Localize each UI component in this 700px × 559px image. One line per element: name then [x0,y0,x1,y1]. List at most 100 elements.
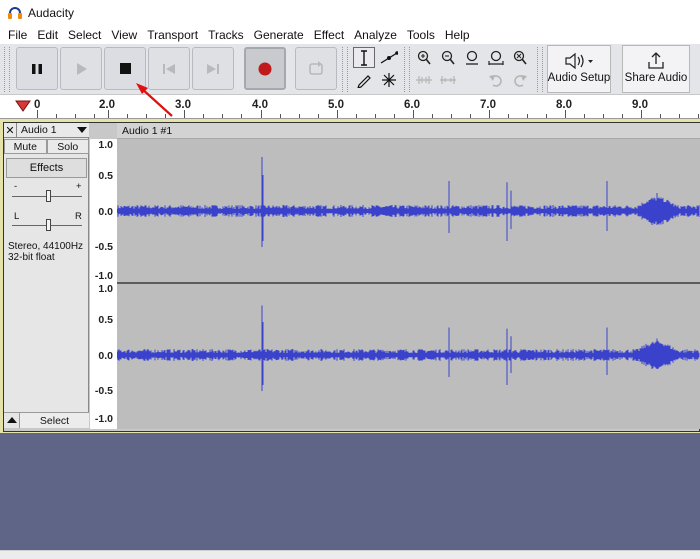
ruler-tick [679,114,680,118]
skip-to-end-icon [207,63,219,74]
track-bottom-row: Select [4,412,89,428]
ruler-tick [108,110,109,118]
skip-to-start-button[interactable] [148,47,190,90]
menu-help[interactable]: Help [440,28,475,42]
amplitude-label: 1.0 [98,283,113,295]
waveform-background [117,139,700,429]
pan-slider[interactable] [12,218,82,232]
mute-solo-row: Mute Solo [4,139,89,154]
multi-tool-icon[interactable] [378,69,400,90]
timeline-label: 7.0 [480,99,496,111]
audio-setup-button[interactable]: Audio Setup [547,45,611,93]
undo-icon[interactable] [485,69,507,90]
ruler-tick [165,114,166,118]
ruler-tick [603,114,604,118]
menu-select[interactable]: Select [63,28,106,42]
track-menu-dropdown-icon[interactable] [75,126,89,134]
draw-tool-icon[interactable] [353,69,375,90]
amplitude-label: 0.5 [98,170,113,182]
timeline-label: 5.0 [328,99,344,111]
ruler-tick [261,110,262,118]
ruler-tick [508,114,509,118]
trim-outside-icon[interactable] [413,69,435,90]
toolbar-grip[interactable] [404,47,410,92]
gain-slider-thumb[interactable] [46,190,51,202]
empty-track-area[interactable] [0,433,700,550]
skip-to-end-button[interactable] [192,47,234,90]
ruler-tick [318,114,319,118]
collapse-track-icon[interactable] [4,413,20,428]
zoom-out-icon[interactable] [437,47,459,68]
ruler-tick [241,114,242,118]
amplitude-label: 1.0 [98,139,113,151]
effects-button[interactable]: Effects [6,158,87,178]
share-audio-button[interactable]: Share Audio [622,45,690,93]
menu-analyze[interactable]: Analyze [349,28,402,42]
waveform-display[interactable] [117,139,700,429]
envelope-tool-icon[interactable] [378,47,400,68]
toolbar-grip[interactable] [537,47,543,92]
selection-tool-icon[interactable] [353,47,375,68]
menu-tracks[interactable]: Tracks [203,28,249,42]
menu-view[interactable]: View [106,28,142,42]
speaker-dropdown-icon [564,52,594,75]
clip-name: Audio 1 #1 [122,125,173,137]
track-name[interactable]: Audio 1 [17,124,75,136]
play-head-marker-icon[interactable] [15,100,31,112]
amplitude-label: 0.0 [98,350,113,362]
ruler-tick [413,110,414,118]
pause-button[interactable] [16,47,58,90]
play-icon [77,62,87,75]
ruler-tick [280,114,281,118]
amplitude-label: 0.5 [98,314,113,326]
solo-button[interactable]: Solo [46,139,89,154]
track-format-bits: 32-bit float [8,252,55,263]
timeline-ruler[interactable]: 0 2.0 3.0 4.0 5.0 6.0 7.0 8.0 9.0 [0,95,700,119]
amplitude-label: -0.5 [94,241,113,253]
record-icon [258,62,272,75]
fit-project-icon[interactable] [485,47,507,68]
record-button[interactable] [244,47,286,90]
ruler-tick [660,114,661,118]
pan-slider-thumb[interactable] [46,219,51,231]
mute-button[interactable]: Mute [4,139,47,154]
amplitude-label: -0.5 [94,385,113,397]
ruler-tick [222,114,223,118]
toolbar-grip[interactable] [342,47,348,92]
silence-audio-icon[interactable] [437,69,459,90]
fit-selection-icon[interactable] [461,47,483,68]
stop-icon [119,63,131,74]
select-track-button[interactable]: Select [20,413,89,428]
close-track-icon[interactable]: ✕ [4,122,17,138]
loop-button[interactable] [295,47,337,90]
stop-button[interactable] [104,47,146,90]
ruler-tick [451,114,452,118]
track-control-panel: ✕ Audio 1 Mute Solo Effects - + L R Ster… [4,122,89,428]
menu-edit[interactable]: Edit [32,28,63,42]
ruler-tick [698,114,699,118]
ruler-tick [146,114,147,118]
window-title: Audacity [28,5,75,20]
zoom-toggle-icon[interactable] [509,47,531,68]
menu-transport[interactable]: Transport [142,28,203,42]
gain-slider[interactable] [12,189,82,203]
toolbar-grip[interactable] [4,47,10,92]
play-button[interactable] [60,47,102,90]
ruler-tick [584,114,585,118]
amplitude-label: -1.0 [94,413,113,425]
clip-header[interactable]: Audio 1 #1 [117,123,700,139]
ruler-tick [622,114,623,118]
menu-tools[interactable]: Tools [402,28,440,42]
ruler-tick [432,114,433,118]
zoom-in-icon[interactable] [413,47,435,68]
tracks-area[interactable]: ✕ Audio 1 Mute Solo Effects - + L R Ster… [0,119,700,433]
amplitude-ruler[interactable]: 1.0 0.5 0.0 -0.5 -1.0 1.0 0.5 0.0 -0.5 -… [90,139,117,429]
timeline-label: 9.0 [632,99,648,111]
menu-file[interactable]: File [3,28,32,42]
menu-generate[interactable]: Generate [249,28,309,42]
ruler-tick [37,110,38,118]
ruler-tick [641,110,642,118]
menu-effect[interactable]: Effect [309,28,349,42]
redo-icon[interactable] [509,69,531,90]
timeline-label: 3.0 [175,99,191,111]
